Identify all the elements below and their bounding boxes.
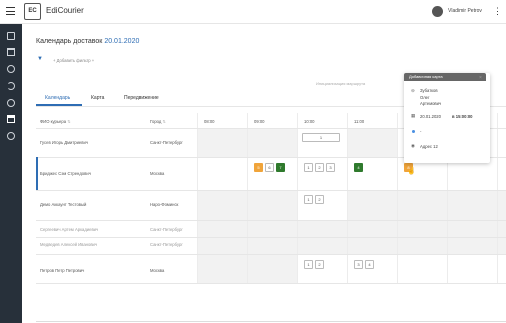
popup-name: Артемович	[420, 101, 442, 106]
status-dot	[412, 130, 415, 133]
delivery-slot[interactable]: 6	[265, 163, 274, 172]
tab-calendar[interactable]: Календарь	[45, 95, 70, 101]
column-divider	[247, 113, 248, 283]
row-divider	[36, 254, 506, 255]
popup-status: -	[420, 129, 422, 134]
delivery-slot[interactable]: 5	[254, 163, 263, 172]
top-bar: EC EdiCourier Vladimir Petrov ⋮	[0, 0, 506, 24]
avatar[interactable]	[432, 6, 443, 17]
tab-map[interactable]: Карта	[91, 95, 104, 101]
delivery-slot[interactable]: 1	[304, 195, 313, 204]
courier-name[interactable]: Сергеевич Артем Аркадиевич	[40, 227, 98, 232]
row-divider	[36, 237, 506, 238]
cursor-icon: ☝	[407, 168, 416, 175]
sort-icon[interactable]: ⇅	[163, 119, 167, 124]
header-courier-label: ФИО курьера	[40, 119, 67, 124]
row-divider	[36, 283, 506, 284]
popup-date: 20.01.2020	[420, 114, 441, 119]
sort-icon[interactable]: ⇅	[67, 119, 71, 124]
courier-city: Санкт-Петербург	[150, 140, 183, 145]
calendar-icon: ▦	[411, 113, 416, 118]
row-divider	[36, 190, 506, 191]
popup-address: Адрес 12	[420, 144, 438, 149]
courier-city: Санкт-Петербург	[150, 242, 183, 247]
delivery-slot[interactable]: 7	[276, 163, 285, 172]
courier-name[interactable]: Бриджес Сэм Стрендович	[40, 171, 91, 176]
menu-icon[interactable]	[6, 7, 15, 15]
header-city[interactable]: Город ⇅	[150, 119, 166, 124]
column-divider	[347, 113, 348, 283]
courier-city: Москва	[150, 268, 165, 273]
row-divider	[36, 220, 506, 221]
popup-time: в 15:00:00	[452, 114, 473, 119]
page-date[interactable]: 20.01.2020	[104, 38, 139, 45]
delivery-slot[interactable]: 3	[326, 163, 335, 172]
popup-name: Олег	[420, 95, 430, 100]
courier-city: Наро-Фоминск	[150, 202, 179, 207]
header-courier[interactable]: ФИО курьера ⇅	[40, 119, 71, 124]
offhours-area	[347, 128, 397, 158]
delivery-slot[interactable]: 2	[315, 195, 324, 204]
courier-name[interactable]: Демо Аккаунт Тестовый	[40, 202, 86, 207]
header-time: 10:00	[304, 119, 315, 124]
route-select[interactable]: Инициализация маршрута	[316, 80, 386, 88]
courier-city: Санкт-Петербург	[150, 227, 183, 232]
history-icon[interactable]	[7, 82, 15, 90]
page-title: Календарь доставок 20.01.2020	[36, 38, 139, 45]
brand-name: EdiCourier	[46, 6, 84, 15]
courier-name[interactable]: Петров Петр Петрович	[40, 268, 84, 273]
page-title-text: Календарь доставок	[36, 38, 103, 45]
delivery-slot[interactable]: 1	[304, 260, 313, 269]
tab-movement[interactable]: Передвижение	[124, 95, 159, 101]
header-time: 09:00	[254, 119, 265, 124]
offhours-area	[347, 191, 506, 221]
offhours-area	[197, 221, 506, 255]
document-icon[interactable]	[7, 32, 15, 40]
more-menu-icon[interactable]: ⋮	[493, 5, 502, 17]
add-filter-link[interactable]: + Добавить фильтр +	[53, 58, 94, 63]
column-divider	[497, 113, 498, 283]
delivery-slot[interactable]: 4	[354, 163, 363, 172]
courier-name[interactable]: Гусев Игорь Дмитриевич	[40, 140, 88, 145]
location-icon: ◉	[411, 143, 415, 148]
delivery-slot[interactable]: 1	[302, 133, 340, 142]
briefcase-icon[interactable]	[7, 48, 15, 56]
logo: EC	[24, 3, 41, 20]
popup-name: Зубатков	[420, 88, 438, 93]
alarm-icon[interactable]	[7, 99, 15, 107]
network-icon[interactable]	[7, 132, 15, 140]
filter-icon[interactable]: ▼	[37, 56, 43, 62]
selected-row-indicator	[36, 157, 38, 190]
close-icon[interactable]: ×	[479, 75, 482, 81]
globe-icon[interactable]	[7, 65, 15, 73]
column-divider	[297, 113, 298, 283]
header-time: 11:00	[354, 119, 365, 124]
user-icon: ⊖	[411, 88, 415, 93]
courier-name[interactable]: Медведев Алексей Иванович	[40, 242, 97, 247]
delivery-popup: Добавочная карта	[404, 73, 490, 163]
calendar-icon[interactable]	[7, 115, 15, 123]
courier-city: Москва	[150, 171, 165, 176]
header-city-label: Город	[150, 119, 162, 124]
delivery-slot[interactable]: 2	[315, 163, 324, 172]
popup-title: Добавочная карта	[404, 73, 486, 81]
header-time: 08:00	[204, 119, 215, 124]
column-divider	[397, 113, 398, 283]
column-divider	[197, 113, 198, 283]
sidebar	[0, 24, 22, 323]
user-name[interactable]: Vladimir Petrov	[448, 8, 482, 14]
delivery-slot[interactable]: 4	[365, 260, 374, 269]
delivery-slot[interactable]: 2	[315, 260, 324, 269]
delivery-slot[interactable]: 3	[354, 260, 363, 269]
bottom-divider	[36, 321, 506, 322]
delivery-slot[interactable]: 1	[304, 163, 313, 172]
